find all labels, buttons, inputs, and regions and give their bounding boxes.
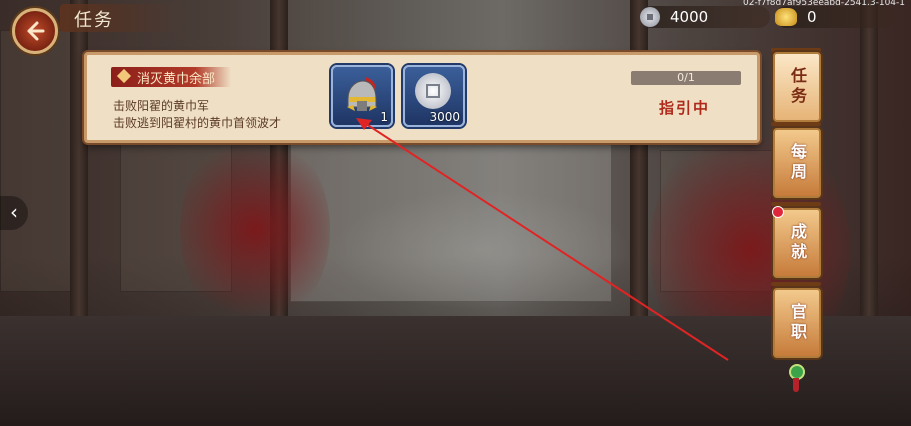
annotation-arrow	[356, 118, 729, 361]
annotation-line	[359, 119, 729, 361]
annotation-arrowhead	[356, 118, 372, 130]
